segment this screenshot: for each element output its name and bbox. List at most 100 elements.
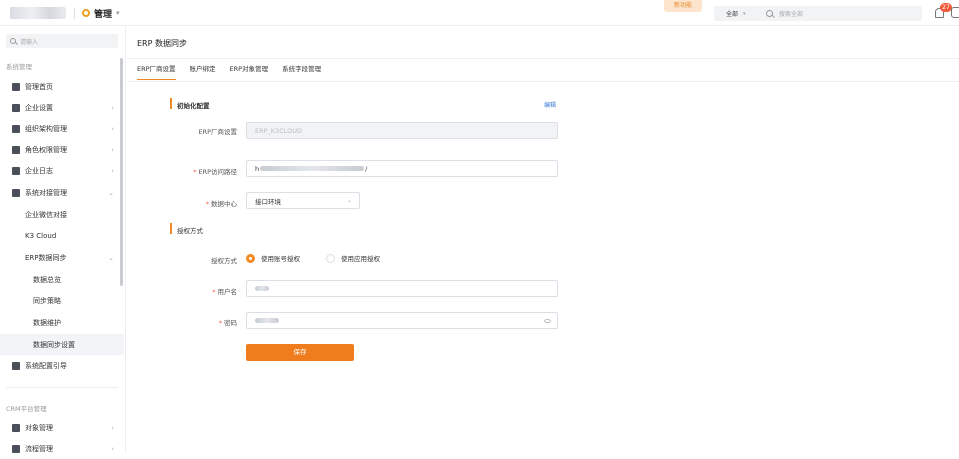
tab-bar: ERP厂商设置 账户绑定 ERP对象管理 系统字段管理 (137, 64, 321, 80)
url-value-prefix: h (255, 164, 260, 173)
title-divider (127, 58, 959, 59)
sidebar-item-org-structure[interactable]: 组织架构管理 › (0, 118, 124, 139)
sidebar-item-label: 角色权限管理 (25, 145, 67, 154)
chevron-right-icon: › (111, 444, 114, 453)
sidebar-item-admin-home[interactable]: 管理首页 (0, 76, 124, 97)
url-input[interactable]: h / (246, 160, 558, 177)
section-accent-bar (170, 98, 172, 109)
company-logo[interactable] (10, 7, 66, 19)
group-title-system: 系统管理 (6, 63, 32, 71)
sidebar-item-label: 企业日志 (25, 166, 53, 175)
edit-link[interactable]: 编辑 (544, 100, 556, 109)
sidebar-item-flow-management[interactable]: 流程管理 › (0, 438, 124, 459)
sidebar-item-object-management[interactable]: 对象管理 › (0, 417, 124, 438)
radio-account-auth[interactable] (246, 253, 255, 263)
vendor-value: ERP_K3CLOUD (255, 126, 302, 135)
sidebar-item-label: ERP数据同步 (25, 253, 67, 262)
username-label: * 用户名 (212, 288, 238, 296)
tab-erp-object-management[interactable]: ERP对象管理 (230, 64, 269, 80)
search-scope-select[interactable]: 全部 ▾ (714, 9, 760, 19)
chevron-right-icon: › (111, 145, 114, 154)
sidebar-item-label: 企业设置 (25, 103, 53, 112)
sidebar-item-label: 企业微信对接 (25, 210, 67, 219)
search-placeholder[interactable]: 搜索全部 (779, 9, 803, 18)
sidebar-item-system-integration[interactable]: 系统对接管理 ⌄ (0, 182, 124, 203)
save-button[interactable]: 保存 (246, 344, 354, 361)
tab-system-field-management[interactable]: 系统字段管理 (282, 64, 321, 80)
sidebar-item-role-permissions[interactable]: 角色权限管理 › (0, 139, 124, 160)
global-search[interactable]: 全部 ▾ 搜索全部 (714, 6, 922, 21)
sidebar-divider (6, 387, 118, 388)
chevron-down-icon: ⌄ (108, 188, 114, 197)
sidebar-search-input[interactable]: 请输入 (6, 34, 118, 48)
sidebar-item-sync-strategy[interactable]: 同步策略 (0, 290, 124, 311)
sidebar-item-data-maintenance[interactable]: 数据维护 (0, 312, 124, 333)
main-content: ERP 数据同步 ERP厂商设置 账户绑定 ERP对象管理 系统字段管理 初始化… (127, 26, 959, 452)
url-value-suffix: / (365, 164, 368, 173)
tab-account-binding[interactable]: 账户绑定 (190, 64, 216, 80)
sidebar: 请输入 系统管理 管理首页 企业设置 › 组织架构管理 › 角色权限管理 › 企… (0, 26, 126, 453)
sidebar-item-label: 系统对接管理 (25, 188, 67, 197)
chevron-right-icon: › (111, 423, 114, 432)
radio-account-auth-label[interactable]: 使用账号授权 (261, 253, 300, 263)
password-label: * 密码 (218, 319, 237, 327)
sliders-icon (12, 361, 20, 370)
sidebar-item-erp-sync[interactable]: ERP数据同步 ⌄ (0, 247, 124, 268)
app-switcher[interactable]: 管理 ▾ (82, 6, 120, 20)
sidebar-item-label: K3 Cloud (25, 231, 57, 240)
radio-app-auth-label[interactable]: 使用应用授权 (341, 253, 380, 263)
username-input[interactable] (246, 280, 558, 297)
sidebar-item-sync-settings[interactable]: 数据同步设置 (0, 334, 124, 355)
sidebar-item-label: 流程管理 (25, 444, 53, 453)
sidebar-item-label: 管理首页 (25, 82, 53, 91)
chevron-down-icon: ⌄ (108, 253, 114, 262)
header-divider (74, 8, 75, 19)
sidebar-item-company-log[interactable]: 企业日志 › (0, 160, 124, 181)
home-icon (12, 82, 20, 91)
password-input[interactable] (246, 312, 558, 329)
search-icon (10, 38, 16, 44)
sidebar-search-placeholder: 请输入 (20, 38, 39, 46)
user-avatar[interactable] (951, 7, 959, 18)
role-icon (12, 145, 20, 154)
chevron-down-icon: ⌄ (346, 197, 352, 204)
tab-erp-vendor-settings[interactable]: ERP厂商设置 (137, 64, 176, 80)
search-scope-label: 全部 (726, 11, 739, 18)
url-label-text: ERP访问路径 (198, 168, 237, 176)
sidebar-item-label: 系统配置引导 (25, 361, 67, 370)
sidebar-item-label: 数据同步设置 (33, 340, 75, 349)
sidebar-item-k3cloud[interactable]: K3 Cloud (0, 225, 124, 246)
vendor-label-text: ERP厂商设置 (198, 128, 237, 136)
app-title: 管理 (94, 9, 113, 20)
auth-method-label-text: 授权方式 (211, 257, 237, 265)
masked-url (260, 166, 365, 171)
section-title-auth: 授权方式 (177, 227, 203, 235)
section-accent-bar (170, 223, 172, 234)
org-chart-icon (12, 124, 20, 133)
sidebar-item-company-settings[interactable]: 企业设置 › (0, 97, 124, 118)
radio-app-auth[interactable] (326, 253, 335, 263)
top-header: 管理 ▾ 新功能 全部 ▾ 搜索全部 27 (0, 0, 959, 26)
sidebar-item-label: 数据维护 (33, 318, 61, 327)
sidebar-item-label: 对象管理 (25, 423, 53, 432)
page-title: ERP 数据同步 (137, 39, 187, 48)
datacenter-select[interactable]: 接口环境 ⌄ (246, 192, 360, 209)
masked-password (255, 318, 279, 323)
chevron-right-icon: › (111, 124, 114, 133)
flow-icon (12, 444, 20, 453)
link-icon (12, 188, 20, 197)
new-feature-badge[interactable]: 新功能 (664, 0, 702, 12)
sidebar-item-wecom[interactable]: 企业微信对接 (0, 204, 124, 225)
eye-icon[interactable] (544, 318, 551, 323)
sidebar-item-label: 同步策略 (33, 296, 61, 305)
group-title-crm: CRM平台管理 (6, 405, 47, 413)
username-label-text: 用户名 (217, 288, 238, 296)
section-title-init: 初始化配置 (177, 102, 210, 110)
sidebar-item-data-overview[interactable]: 数据总览 (0, 269, 124, 290)
datacenter-label: * 数据中心 (205, 200, 237, 208)
datacenter-label-text: 数据中心 (211, 200, 237, 208)
chevron-right-icon: › (111, 103, 114, 112)
vendor-input: ERP_K3CLOUD (246, 122, 558, 139)
building-icon (12, 103, 20, 112)
sidebar-item-config-guide[interactable]: 系统配置引导 (0, 355, 124, 376)
